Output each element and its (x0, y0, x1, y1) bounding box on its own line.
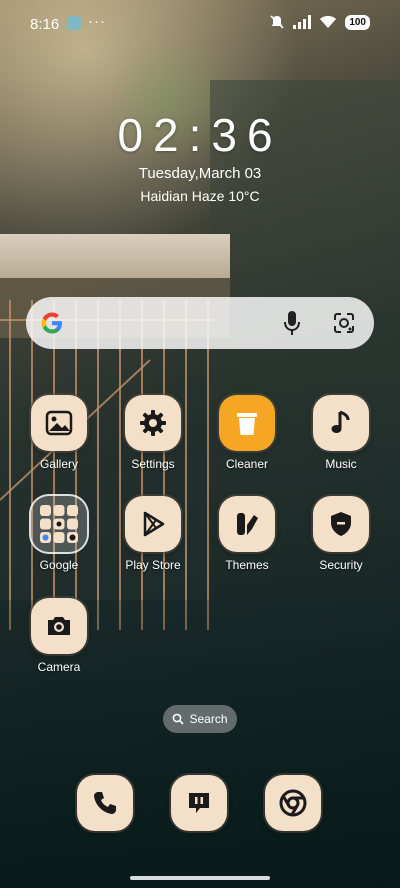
app-search-button[interactable]: Search (163, 705, 237, 733)
chrome-icon (279, 789, 307, 817)
app-themes[interactable]: Themes (207, 496, 287, 572)
messages-icon (189, 793, 209, 813)
trash-icon (219, 395, 275, 451)
more-notifications-indicator: ··· (88, 13, 106, 30)
app-music[interactable]: Music (301, 395, 381, 471)
search-icon (173, 713, 185, 725)
gesture-navigation-bar[interactable] (130, 876, 270, 880)
app-label: Play Store (125, 558, 181, 572)
status-right-icons: 100 (269, 14, 370, 30)
gallery-icon (31, 395, 87, 451)
play-store-icon (125, 496, 181, 552)
app-camera[interactable]: Camera (19, 598, 99, 674)
battery-icon: 100 (345, 14, 370, 30)
wifi-icon (320, 16, 337, 28)
app-cleaner[interactable]: Cleaner (207, 395, 287, 471)
search-label: Search (189, 712, 228, 726)
microphone-icon[interactable] (282, 309, 302, 337)
app-settings[interactable]: Settings (113, 395, 193, 471)
dock-phone[interactable] (77, 775, 133, 831)
app-label: Gallery (39, 457, 78, 471)
shield-icon (313, 496, 369, 552)
music-note-icon (313, 395, 369, 451)
app-label: Themes (225, 558, 269, 572)
app-label: Settings (131, 457, 175, 471)
clock-date[interactable]: Tuesday,March 03 (0, 165, 400, 182)
app-label: Security (319, 558, 363, 572)
camera-icon (31, 598, 87, 654)
notification-app-icon (67, 16, 81, 30)
app-google-folder[interactable]: Google (19, 496, 99, 572)
app-label: Music (325, 457, 357, 471)
app-play-store[interactable]: Play Store (113, 496, 193, 572)
status-bar: 8:16 ··· 100 (0, 0, 400, 48)
google-folder-icon (31, 496, 87, 552)
phone-icon (94, 792, 116, 814)
weather-text[interactable]: Haidian Haze 10°C (0, 188, 400, 204)
themes-icon (219, 496, 275, 552)
clock-time[interactable]: 02:36 (0, 108, 400, 162)
app-gallery[interactable]: Gallery (19, 395, 99, 471)
status-time: 8:16 (30, 16, 60, 33)
google-search-bar[interactable] (26, 297, 374, 349)
mute-icon (270, 15, 284, 29)
google-logo-icon (41, 312, 62, 334)
lens-icon[interactable] (332, 311, 356, 335)
dock-messages[interactable] (171, 775, 227, 831)
gear-icon (125, 395, 181, 451)
app-label: Google (39, 558, 79, 572)
app-label: Cleaner (225, 457, 269, 471)
app-label: Camera (37, 660, 81, 674)
app-security[interactable]: Security (301, 496, 381, 572)
signal-icon (293, 15, 312, 29)
dock-chrome[interactable] (265, 775, 321, 831)
wallpaper-shop-sign (0, 234, 230, 278)
